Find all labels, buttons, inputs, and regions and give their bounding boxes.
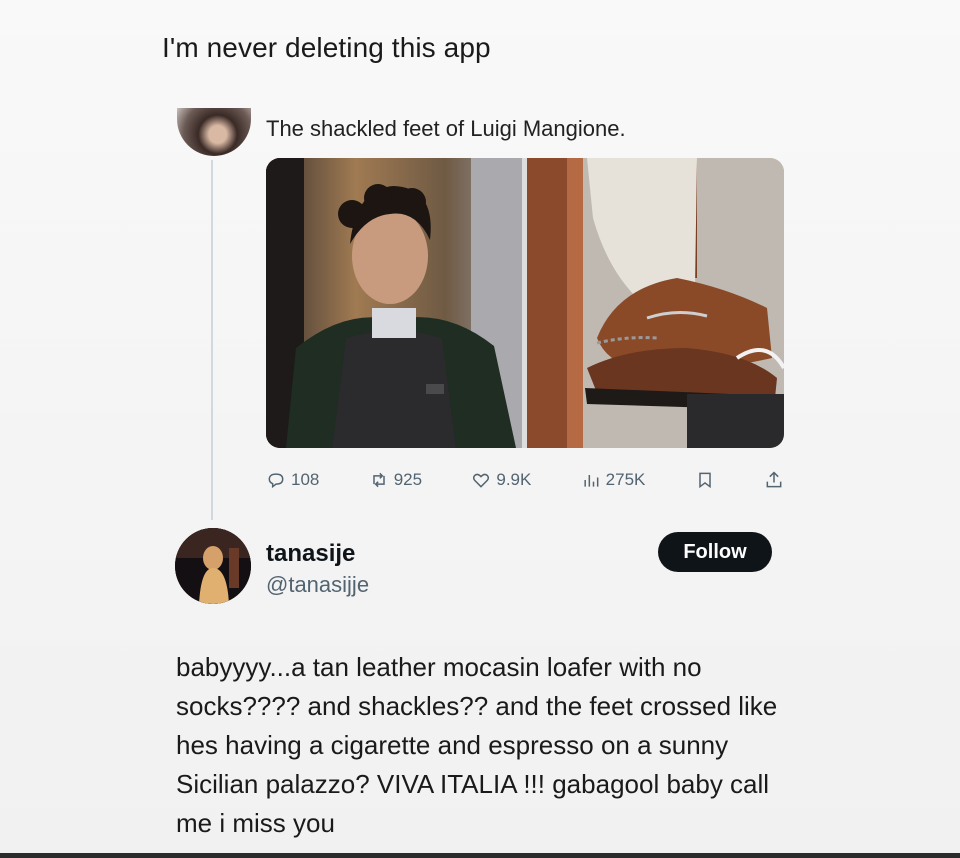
views-count: 275K: [605, 470, 646, 489]
retweet-button[interactable]: 925: [369, 470, 422, 490]
speech-bubble-icon: [268, 473, 284, 489]
tweet-text: babyyyy...a tan leather mocasin loafer w…: [176, 652, 778, 838]
share-button[interactable]: [764, 470, 784, 490]
like-button[interactable]: 9.9K: [471, 470, 531, 490]
display-name[interactable]: tanasije: [266, 540, 355, 568]
quoted-tweet-text: The shackled feet of Luigi Mangione.: [266, 116, 626, 141]
like-count: 9.9K: [496, 470, 532, 489]
retweet-count: 925: [393, 470, 423, 489]
bottom-edge-bar: [0, 853, 960, 858]
bar-chart-icon: [584, 475, 599, 487]
post-caption: I'm never deleting this app: [162, 32, 491, 63]
bookmark-button[interactable]: [695, 470, 715, 490]
follow-button[interactable]: Follow: [658, 532, 772, 572]
avatar[interactable]: [175, 528, 251, 604]
avatar-image: [175, 528, 251, 604]
bookmark-icon: [698, 472, 711, 489]
reply-count: 108: [291, 470, 320, 489]
shackled-loafers-image: [527, 158, 784, 448]
courtroom-photo[interactable]: [266, 158, 522, 448]
quoted-tweet-actions: 108 925 9.9K 275K: [266, 466, 784, 494]
user-handle[interactable]: @tanasijje: [266, 572, 369, 598]
thread-line: [211, 160, 213, 520]
reply-button[interactable]: 108: [266, 470, 319, 490]
man-in-courtroom-image: [266, 158, 522, 448]
media-grid[interactable]: [266, 158, 784, 448]
shackled-feet-photo[interactable]: [527, 158, 784, 448]
share-icon: [766, 471, 782, 488]
retweet-icon: [372, 472, 385, 488]
views-button[interactable]: 275K: [581, 470, 646, 490]
heart-icon: [473, 473, 490, 488]
